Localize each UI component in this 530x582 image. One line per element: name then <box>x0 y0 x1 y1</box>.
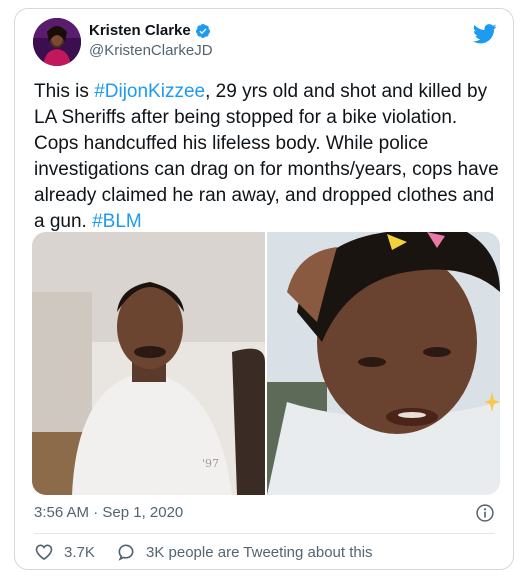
like-count: 3.7K <box>64 543 95 561</box>
user-handle[interactable]: @KristenClarkeJD <box>89 42 213 59</box>
photo-right[interactable] <box>267 232 500 495</box>
divider <box>34 533 495 534</box>
tweet-text-segment: This is <box>34 81 95 102</box>
speech-bubble-icon <box>118 544 134 561</box>
heart-icon <box>35 544 53 561</box>
verified-badge-icon <box>195 23 210 38</box>
tweeting-link[interactable]: 3K people are Tweeting about this <box>116 542 373 562</box>
tweet-text: This is #DijonKizzee, 29 yrs old and sho… <box>34 79 504 235</box>
svg-text:'97: '97 <box>202 457 219 470</box>
tweeting-label: 3K people are Tweeting about this <box>146 543 373 561</box>
info-icon[interactable] <box>475 503 495 523</box>
tweet-text-segment: , 29 yrs old and shot and killed by LA S… <box>34 81 499 232</box>
photo-left[interactable]: '97 <box>32 232 265 495</box>
tweet-media[interactable]: '97 <box>32 232 500 495</box>
like-button[interactable]: 3.7K <box>34 542 95 562</box>
avatar[interactable] <box>33 18 81 66</box>
hashtag-blm[interactable]: #BLM <box>92 211 142 232</box>
hashtag-dijonkizzee[interactable]: #DijonKizzee <box>94 81 205 102</box>
display-name[interactable]: Kristen Clarke <box>89 22 191 39</box>
tweet-card[interactable]: Kristen Clarke @KristenClarkeJD This is … <box>14 8 514 570</box>
twitter-bird-icon[interactable] <box>473 23 497 45</box>
timestamp[interactable]: 3:56 AM · Sep 1, 2020 <box>34 504 183 521</box>
